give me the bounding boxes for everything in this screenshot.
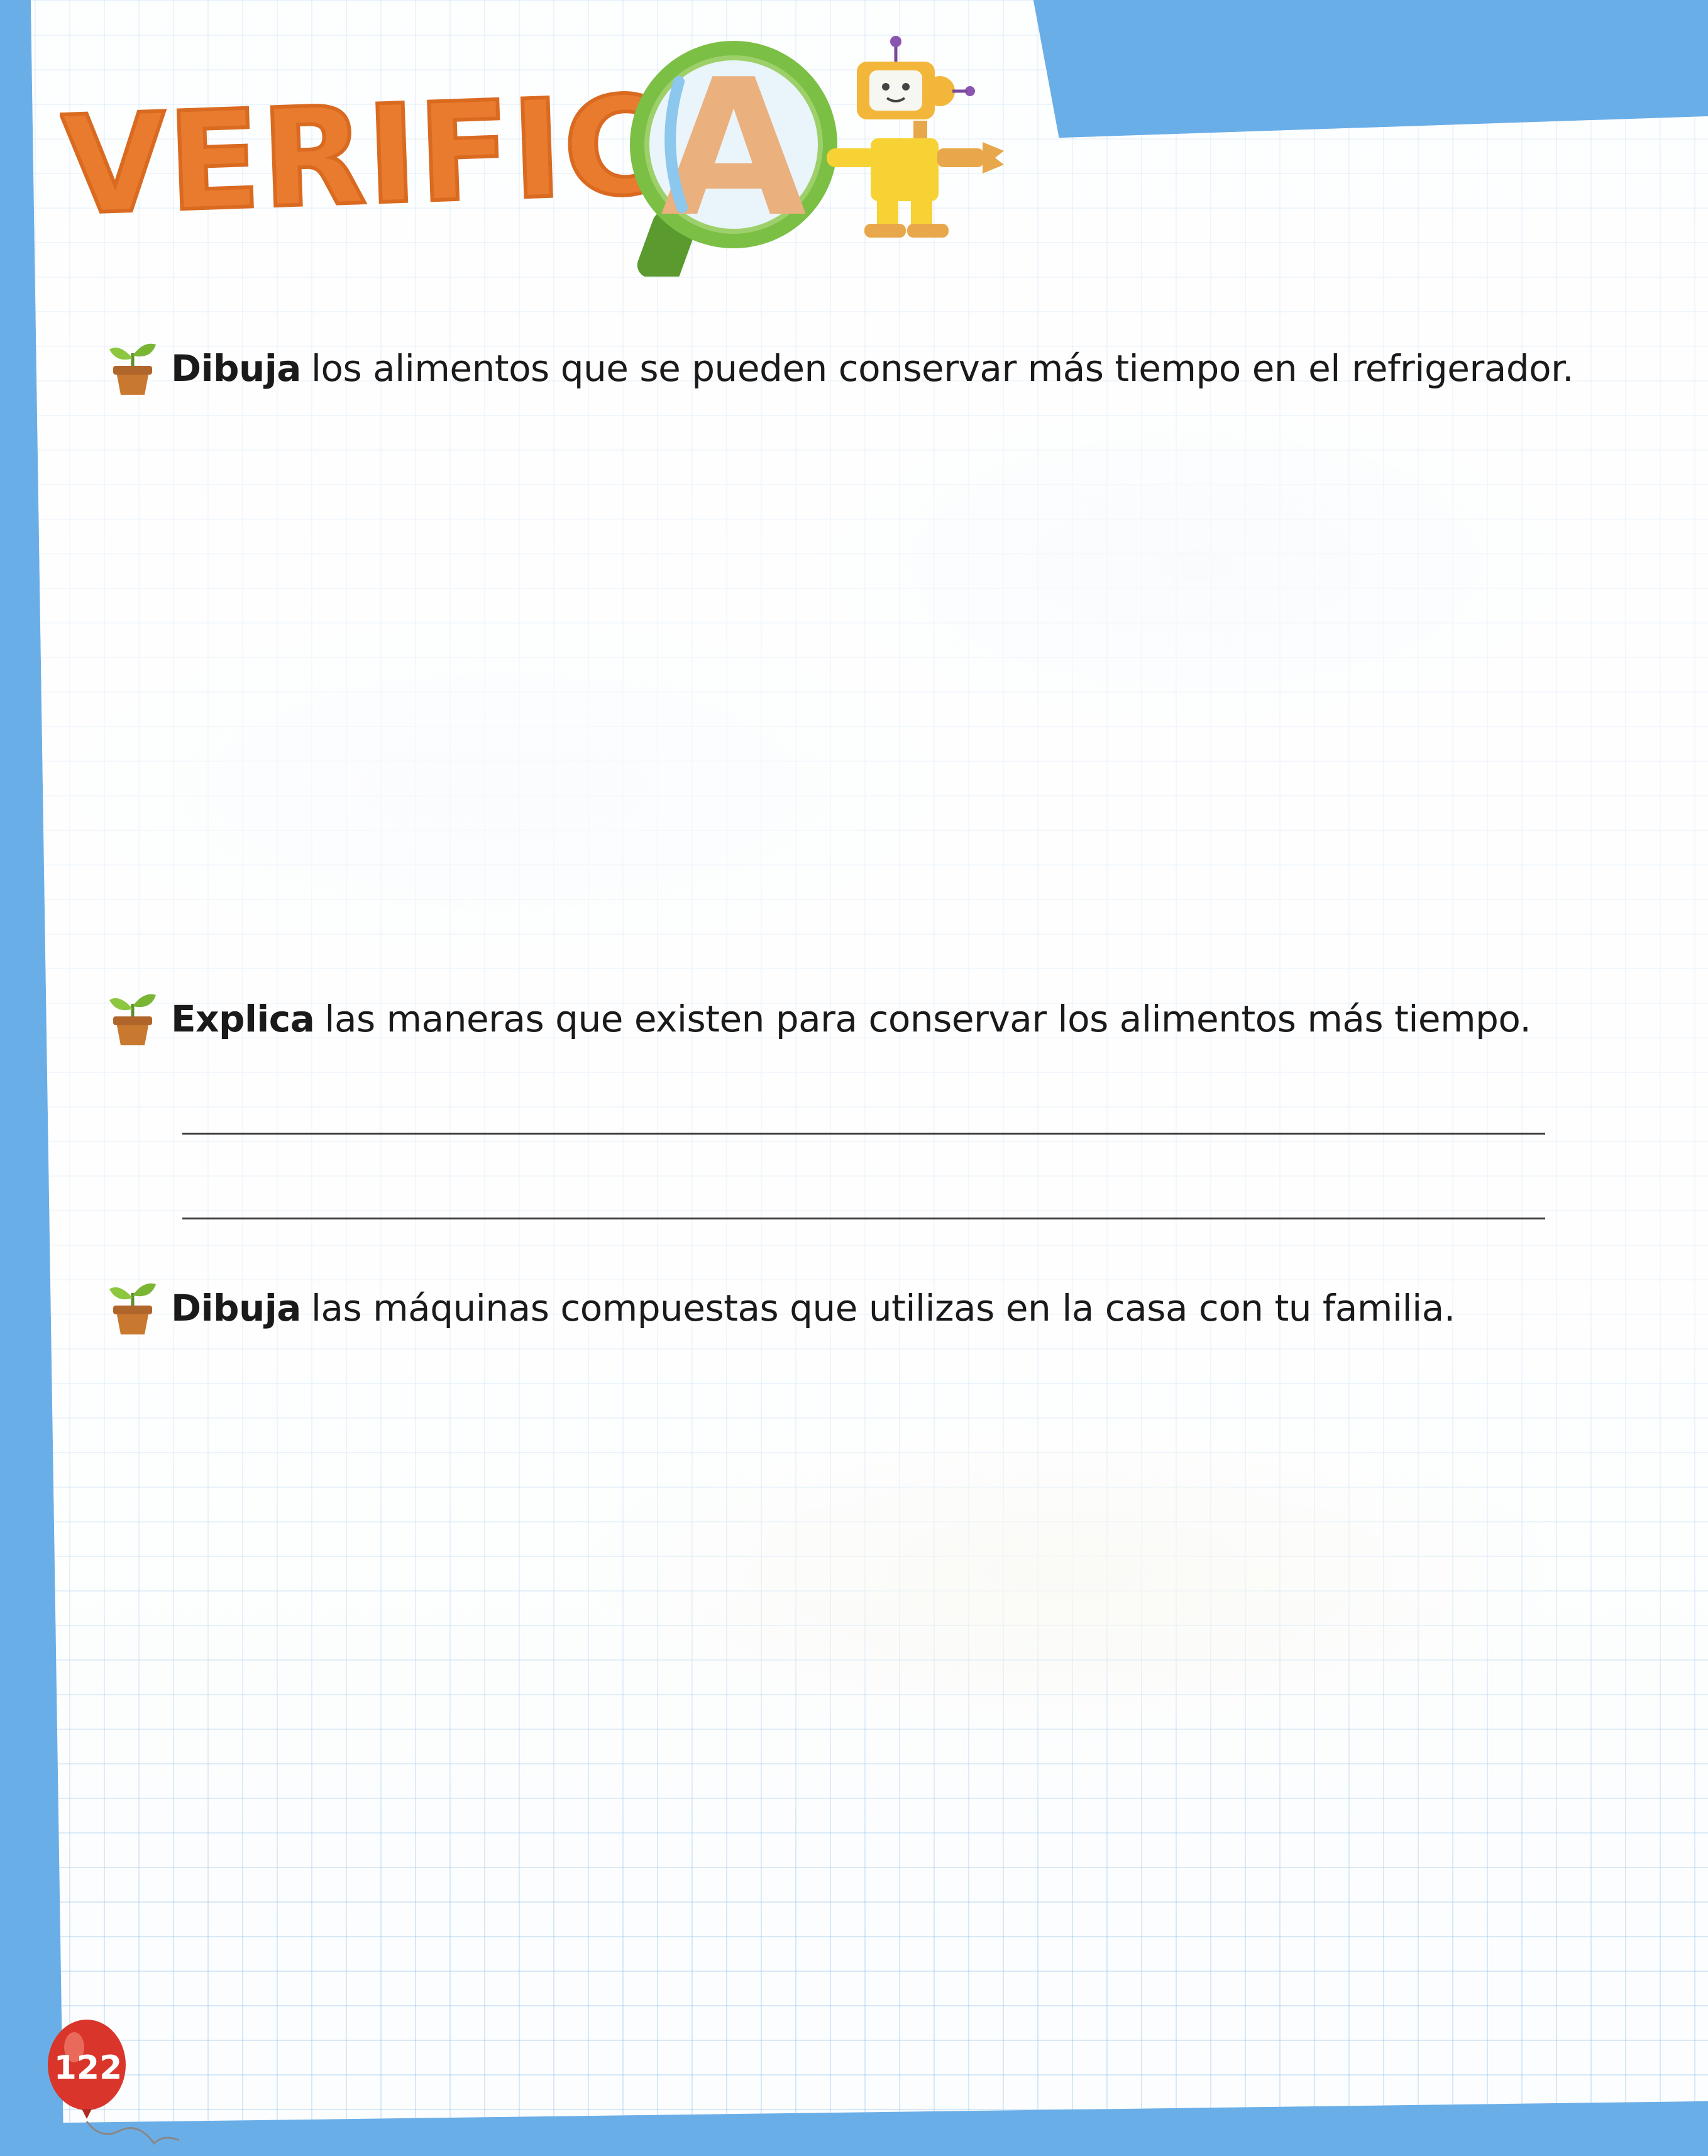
- instruction-verb: Dibuja: [171, 1287, 301, 1329]
- instruction-text: las máquinas compuestas que utilizas en …: [311, 1287, 1455, 1329]
- section-title: VERIFIC A: [57, 25, 1040, 285]
- sprout-pot-icon: [109, 994, 156, 1045]
- page-number: 122: [54, 2049, 123, 2087]
- magnified-letter: A: [661, 39, 808, 258]
- magnifying-glass-icon: A: [630, 39, 837, 285]
- instruction-text: los alimentos que se pueden conservar má…: [311, 347, 1574, 390]
- robot-icon: [827, 36, 1004, 238]
- instruction-text: las maneras que existen para conservar l…: [324, 998, 1531, 1040]
- verifica-title-graphic: VERIFIC A: [57, 36, 1004, 285]
- balloon-icon: 122: [48, 2020, 180, 2145]
- instruction-verb: Explica: [171, 998, 315, 1040]
- answer-line[interactable]: [182, 1133, 1545, 1135]
- page-number-badge: 122: [44, 2015, 189, 2153]
- instruction-verb: Dibuja: [171, 347, 301, 390]
- answer-line[interactable]: [182, 1218, 1545, 1219]
- instruction-2: Explica las maneras que existen para con…: [107, 990, 1531, 1048]
- title-text: VERIFIC: [60, 66, 666, 245]
- sprout-pot-icon: [109, 1283, 156, 1334]
- worksheet-page: [30, 0, 1708, 2123]
- sprout-pot-icon: [109, 343, 156, 395]
- instruction-3: Dibuja las máquinas compuestas que utili…: [107, 1279, 1455, 1337]
- instruction-1: Dibuja los alimentos que se pueden conse…: [107, 339, 1574, 397]
